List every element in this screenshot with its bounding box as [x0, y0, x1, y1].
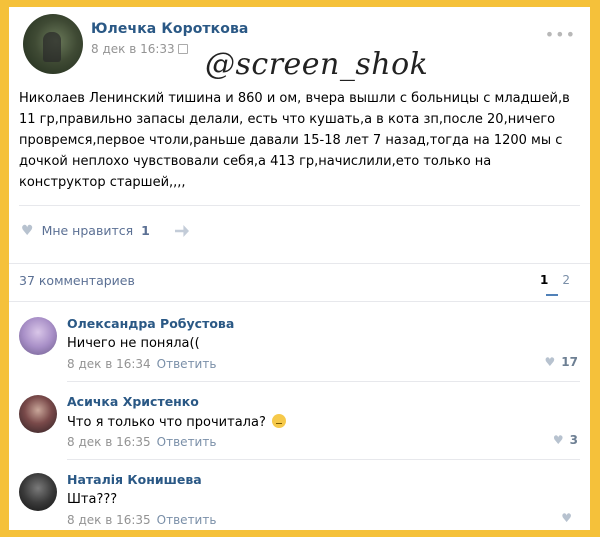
comments-pager: 12 — [540, 273, 570, 287]
page-2-link[interactable]: 2 — [562, 273, 570, 287]
avatar[interactable] — [19, 395, 57, 433]
author-avatar[interactable] — [23, 14, 83, 74]
watermark: @screen_shok — [205, 47, 429, 82]
comment-author[interactable]: Асичка Христенко — [67, 394, 199, 409]
divider — [19, 205, 580, 206]
comment: Олександра Робустова Ничего не поняла(( … — [9, 311, 590, 391]
post-date[interactable]: 8 дек в 16:33 — [91, 42, 188, 56]
active-page-indicator — [546, 294, 558, 296]
comment-meta: 8 дек в 16:35 Ответить — [67, 435, 216, 449]
page-1-link[interactable]: 1 — [540, 273, 548, 287]
share-icon[interactable] — [175, 225, 189, 237]
post-header: Юлечка Короткова 8 дек в 16:33 ••• @scre… — [9, 7, 590, 87]
divider — [9, 263, 590, 264]
comment-date[interactable]: 8 дек в 16:34 — [67, 357, 151, 371]
comment-author[interactable]: Наталія Конишева — [67, 472, 202, 487]
post-text: Николаев Ленинский тишина и 860 и ом, вч… — [19, 91, 570, 190]
vk-post-card: Юлечка Короткова 8 дек в 16:33 ••• @scre… — [9, 7, 590, 530]
comment-date[interactable]: 8 дек в 16:35 — [67, 435, 151, 449]
like-count: 1 — [141, 223, 150, 238]
heart-icon: ♥ — [544, 355, 556, 369]
comment-like-count: 17 — [561, 355, 578, 369]
more-options-icon[interactable]: ••• — [545, 25, 576, 44]
reply-link[interactable]: Ответить — [157, 513, 217, 527]
divider — [67, 459, 580, 460]
heart-icon: ♥ — [552, 433, 564, 447]
comment-like-button[interactable]: ♥ 17 — [545, 355, 578, 369]
reply-link[interactable]: Ответить — [157, 435, 217, 449]
confused-emoji-icon — [272, 414, 286, 428]
divider — [9, 301, 590, 302]
comments-count: 37 комментариев — [19, 273, 135, 288]
comment-like-button[interactable]: ♥ — [561, 511, 578, 525]
like-label: Мне нравится — [41, 223, 134, 238]
reply-link[interactable]: Ответить — [157, 357, 217, 371]
comment-text: Ничего не поняла(( — [67, 336, 200, 351]
heart-icon: ♥ — [561, 511, 572, 525]
comment-author[interactable]: Олександра Робустова — [67, 316, 234, 331]
author-name[interactable]: Юлечка Короткова — [91, 21, 248, 37]
comment-date[interactable]: 8 дек в 16:35 — [67, 513, 151, 527]
like-button[interactable]: ♥ Мне нравится 1 — [21, 223, 150, 239]
comment-like-count: 3 — [569, 433, 578, 447]
post-date-text: 8 дек в 16:33 — [91, 42, 175, 56]
comment-like-button[interactable]: ♥ 3 — [553, 433, 578, 447]
divider — [67, 381, 580, 382]
comment-meta: 8 дек в 16:34 Ответить — [67, 357, 216, 371]
heart-icon: ♥ — [21, 223, 34, 239]
comment: Наталія Конишева Шта??? 8 дек в 16:35 Отв… — [9, 467, 590, 530]
privacy-icon — [177, 44, 188, 54]
comment-text-row: Что я только что прочитала? — [67, 414, 286, 430]
avatar[interactable] — [19, 317, 57, 355]
comment-text: Что я только что прочитала? — [67, 415, 266, 430]
comment-meta: 8 дек в 16:35 Ответить — [67, 513, 216, 527]
comment: Асичка Христенко Что я только что прочит… — [9, 389, 590, 469]
comment-text: Шта??? — [67, 492, 118, 507]
avatar[interactable] — [19, 473, 57, 511]
